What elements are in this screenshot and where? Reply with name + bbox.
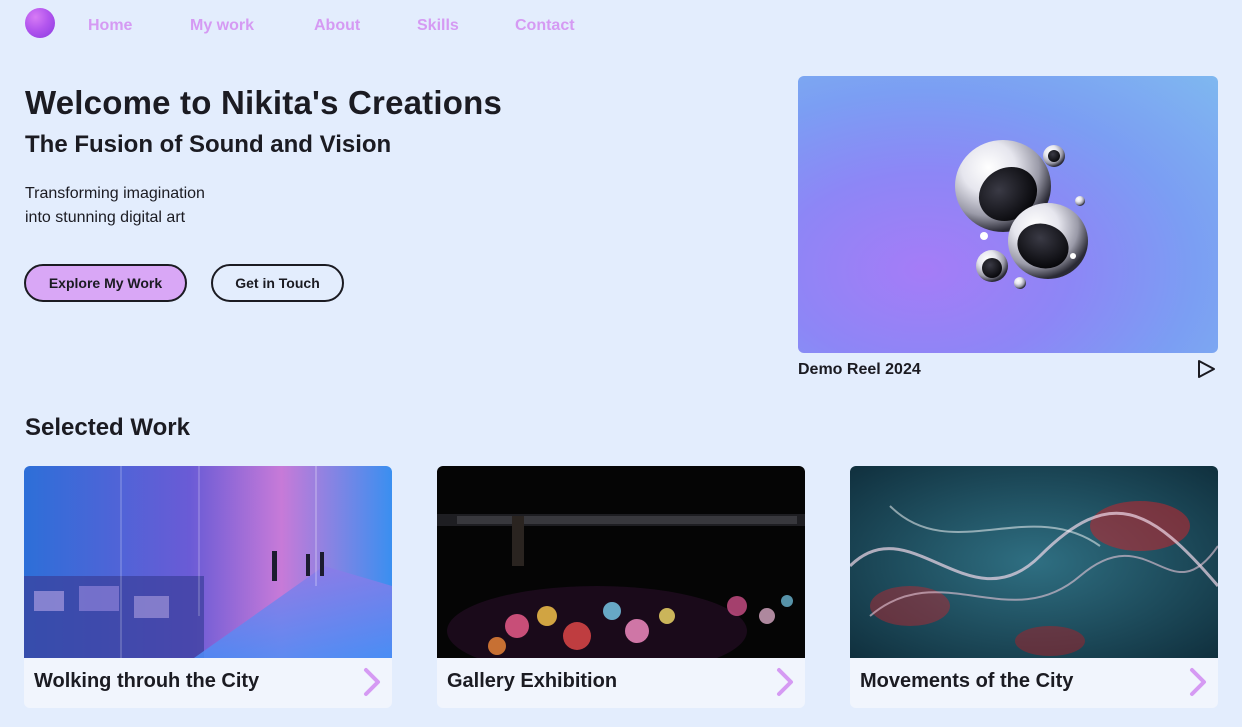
chevron-right-icon[interactable]	[1188, 667, 1208, 697]
nav-skills[interactable]: Skills	[417, 17, 459, 35]
nav-my-work[interactable]: My work	[190, 17, 254, 35]
hero-subtitle: The Fusion of Sound and Vision	[25, 131, 392, 158]
work-card-title: Gallery Exhibition	[447, 670, 618, 692]
work-card[interactable]: Wolking throuh the City	[24, 466, 392, 708]
work-card-image	[437, 466, 805, 658]
work-card-image	[24, 466, 392, 658]
chrome-bubbles-artwork	[955, 140, 1088, 289]
chevron-right-icon[interactable]	[775, 667, 795, 697]
hero-description: Transforming imagination into stunning d…	[25, 182, 285, 230]
demo-reel-video[interactable]	[798, 76, 1218, 353]
hero-title: Welcome to Nikita's Creations	[25, 84, 503, 121]
chevron-right-icon[interactable]	[362, 667, 382, 697]
work-card-title: Wolking throuh the City	[34, 670, 260, 692]
work-card[interactable]: Gallery Exhibition	[437, 466, 805, 708]
work-card-image	[850, 466, 1218, 658]
hero-description-line: Transforming imagination	[25, 185, 205, 202]
selected-work-title: Selected Work	[25, 414, 190, 441]
logo[interactable]	[25, 8, 55, 38]
nav-contact[interactable]: Contact	[515, 17, 575, 35]
explore-my-work-button[interactable]: Explore My Work	[24, 264, 187, 302]
nav-home[interactable]: Home	[88, 17, 132, 35]
work-card[interactable]: Movements of the City	[850, 466, 1218, 708]
get-in-touch-button[interactable]: Get in Touch	[211, 264, 344, 302]
nav-about[interactable]: About	[314, 17, 360, 35]
play-icon[interactable]	[1195, 358, 1217, 380]
hero-description-line: into stunning digital art	[25, 209, 186, 226]
demo-reel-label: Demo Reel 2024	[798, 361, 921, 378]
work-card-title: Movements of the City	[860, 670, 1074, 692]
